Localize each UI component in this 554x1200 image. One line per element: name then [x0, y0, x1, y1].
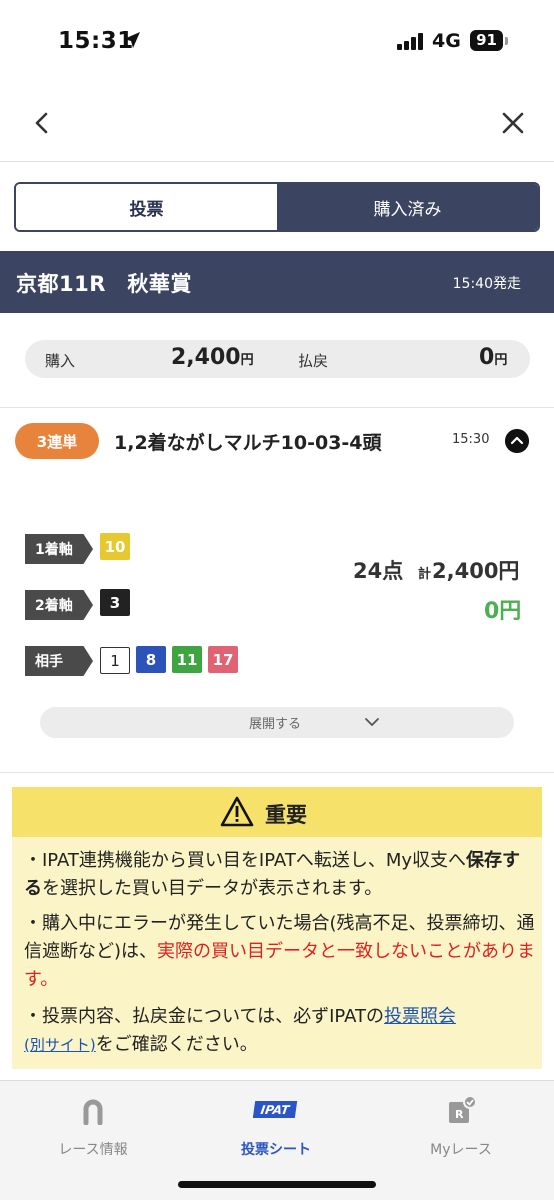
collapse-chevron-up-icon[interactable]	[505, 429, 529, 453]
tab-race-info[interactable]: レース情報	[13, 1095, 173, 1158]
bet-total: 2,400円	[432, 559, 520, 583]
important-notice: 重要 ・IPAT連携機能から買い目をIPATへ転送し、My収支へ保存するを選択し…	[12, 787, 542, 1069]
svg-text:R: R	[455, 1108, 464, 1121]
purchase-unit: 円	[240, 353, 254, 368]
race-header: 京都11R 秋華賞 15:40発走	[0, 251, 554, 313]
tab-label: Myレース	[430, 1142, 492, 1158]
tab-label: 投票シート	[241, 1142, 311, 1158]
my-race-icon: R	[449, 1095, 477, 1123]
signal-icon	[397, 33, 425, 50]
battery-icon: 91	[470, 30, 503, 51]
horseshoe-icon	[83, 1099, 103, 1125]
purchase-summary: 購入 2,400円 払戻 0円	[25, 340, 530, 378]
notice-text: を選択した買い目データが表示されます。	[42, 878, 383, 899]
first-axis-label: 1着軸	[25, 534, 93, 564]
race-post-time: 15:40発走	[452, 276, 521, 292]
ipat-badge: IPAT	[252, 1101, 298, 1118]
tab-purchased[interactable]: 購入済み	[277, 184, 538, 230]
divider	[0, 407, 554, 408]
location-arrow-icon	[124, 32, 140, 48]
tab-label: レース情報	[58, 1142, 128, 1158]
horse-number: 10	[100, 533, 130, 560]
refund-label: 払戻	[298, 352, 329, 370]
warning-icon	[220, 796, 254, 827]
battery-tip	[505, 37, 508, 45]
notice-text: ・投票内容、払戻金については、必ずIPATの	[24, 1006, 385, 1027]
chevron-down-icon	[365, 718, 379, 726]
bet-description: 1,2着ながしマルチ10-03-4頭	[114, 432, 382, 454]
notice-text: をご確認ください。	[95, 1034, 258, 1055]
external-site-link[interactable]: (別サイト)	[24, 1036, 96, 1054]
back-chevron-icon[interactable]	[30, 110, 54, 136]
refund-unit: 円	[494, 353, 508, 368]
horse-number: 1	[100, 647, 130, 674]
navigation-bar	[0, 82, 554, 162]
partners-label: 相手	[25, 646, 93, 676]
home-indicator	[178, 1181, 376, 1188]
bet-points: 24点	[353, 559, 404, 583]
horse-number: 11	[172, 646, 202, 673]
segmented-control: 投票 購入済み	[14, 182, 540, 232]
refund-amount: 0円	[479, 345, 507, 370]
horse-number: 3	[100, 589, 130, 616]
divider	[0, 772, 554, 773]
notice-paragraph: ・IPAT連携機能から買い目をIPATへ転送し、My収支へ保存するを選択した買い…	[24, 847, 536, 903]
close-icon[interactable]	[500, 110, 526, 136]
bet-time: 15:30	[452, 432, 490, 447]
bet-payout: 0円	[484, 599, 522, 624]
horse-number: 8	[136, 646, 166, 673]
purchase-label: 購入	[45, 352, 76, 370]
total-prefix: 計	[418, 567, 432, 582]
status-bar: 15:31 4G 91	[0, 0, 554, 82]
notice-header: 重要	[12, 787, 542, 837]
expand-button[interactable]: 展開する	[40, 707, 514, 738]
race-title: 京都11R 秋華賞	[16, 272, 192, 296]
notice-title: 重要	[265, 803, 307, 827]
tab-vote[interactable]: 投票	[16, 184, 277, 230]
horse-number: 17	[208, 646, 238, 673]
expand-label: 展開する	[249, 717, 302, 732]
second-axis-label: 2着軸	[25, 590, 93, 620]
notice-text: ・IPAT連携機能から買い目をIPATへ転送し、My収支へ	[24, 850, 467, 871]
tab-my-race[interactable]: R Myレース	[381, 1095, 541, 1158]
bet-type-badge: 3連単	[15, 423, 99, 459]
notice-paragraph: ・投票内容、払戻金については、必ずIPATの投票照会 (別サイト)をご確認ください…	[24, 1003, 536, 1059]
network-type: 4G	[432, 30, 461, 52]
tab-vote-sheet[interactable]: IPAT 投票シート	[196, 1095, 356, 1158]
purchase-amount: 2,400円	[171, 345, 254, 370]
notice-paragraph: ・購入中にエラーが発生していた場合(残高不足、投票締切、通信遮断など)は、実際の…	[24, 910, 536, 994]
refund-value: 0	[479, 345, 495, 370]
vote-inquiry-link[interactable]: 投票照会	[384, 1006, 456, 1027]
purchase-value: 2,400	[171, 345, 241, 370]
